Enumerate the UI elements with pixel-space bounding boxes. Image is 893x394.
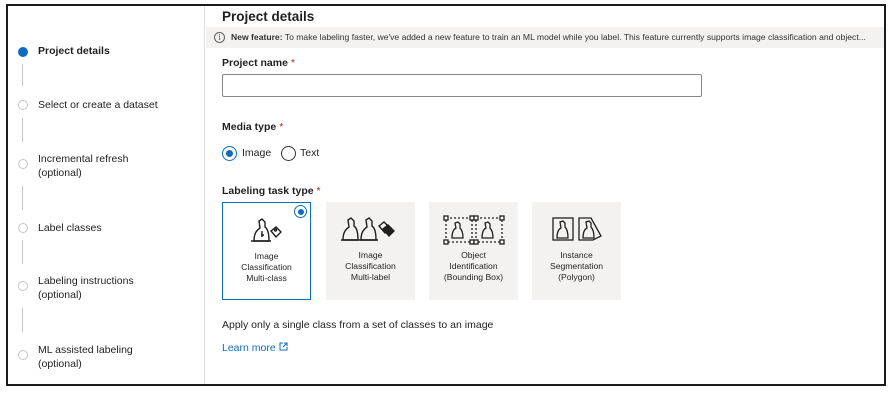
radio-text-label[interactable]: Text [300,147,319,159]
step-label: ML assisted labeling (optional) [38,344,133,370]
task-description: Apply only a single class from a set of … [222,319,494,331]
step-connector [22,64,23,86]
project-name-label: Project name * [222,57,295,69]
labeling-task-type-label: Labeling task type * [222,185,321,197]
external-link-icon [279,342,288,354]
step-connector [22,186,23,210]
wizard-sidebar: Project details Select or create a datas… [8,6,205,384]
tile-label-line: Object [461,250,486,260]
window-frame: Project details Select or create a datas… [6,4,886,386]
tile-label-line: Multi-class [246,273,287,283]
step-connector [22,118,23,142]
banner-text: To make labeling faster, we've added a n… [282,32,866,42]
tile-label-line: Image [254,251,279,261]
media-type-label: Media type * [222,121,283,133]
tile-label-line: Image [358,250,383,260]
step-label: Project details [38,45,110,57]
tile-label-line: Multi-label [350,272,391,282]
tile-label-line: Classification [345,261,396,271]
step-dot-icon [18,281,28,291]
required-mark: * [316,185,321,197]
tile-instance-segmentation[interactable]: Instance Segmentation (Polygon) [532,202,621,300]
learn-more-link[interactable]: Learn more [222,342,288,354]
tile-label: Instance Segmentation (Polygon) [532,250,621,283]
radio-image[interactable] [222,146,237,161]
step-connector [22,308,23,332]
tile-label-line: Segmentation [549,261,604,271]
tile-label-line: (Polygon) [558,272,595,282]
tile-image-classification-multi-class[interactable]: Image Classification Multi-class [222,202,311,300]
tile-label: Image Classification Multi-label [326,250,415,283]
main-panel: Project details i New feature: To make la… [206,6,884,384]
tile-label: Object Identification (Bounding Box) [429,250,518,283]
info-icon: i [214,32,225,44]
new-feature-banner: i New feature: To make labeling faster, w… [206,27,884,48]
learn-more-text[interactable]: Learn more [222,342,276,354]
step-dot-icon [18,350,28,360]
bounding-box-icon [429,214,518,245]
two-dogs-tag-icon [326,214,415,244]
step-active-dot-icon [18,47,28,57]
step-label: Labeling instructions (optional) [38,275,134,301]
banner-bold-label: New feature: [231,32,283,42]
labeling-task-type-label-text: Labeling task type [222,185,314,197]
tile-label: Image Classification Multi-class [223,251,310,284]
tile-label-line: Identification [449,261,498,271]
project-name-label-text: Project name [222,57,288,69]
tile-object-identification[interactable]: Object Identification (Bounding Box) [429,202,518,300]
step-dot-icon [18,100,28,110]
media-type-label-text: Media type [222,121,277,133]
tile-label-line: Instance [560,250,593,260]
tile-label-line: Classification [241,262,292,272]
required-mark: * [290,57,295,69]
step-label: Select or create a dataset [38,99,158,111]
step-label: Incremental refresh (optional) [38,153,129,179]
radio-text[interactable] [281,146,296,161]
step-dot-icon [18,159,28,169]
page-title: Project details [222,9,315,24]
polygon-icon [532,214,621,244]
required-mark: * [279,121,284,133]
tile-label-line: (Bounding Box) [443,272,504,282]
radio-image-label[interactable]: Image [242,147,271,159]
project-name-input[interactable] [222,74,702,97]
step-dot-icon [18,223,28,233]
dog-tag-icon [223,215,310,245]
step-label: Label classes [38,222,102,234]
tile-image-classification-multi-label[interactable]: Image Classification Multi-label [326,202,415,300]
step-connector [22,240,23,264]
